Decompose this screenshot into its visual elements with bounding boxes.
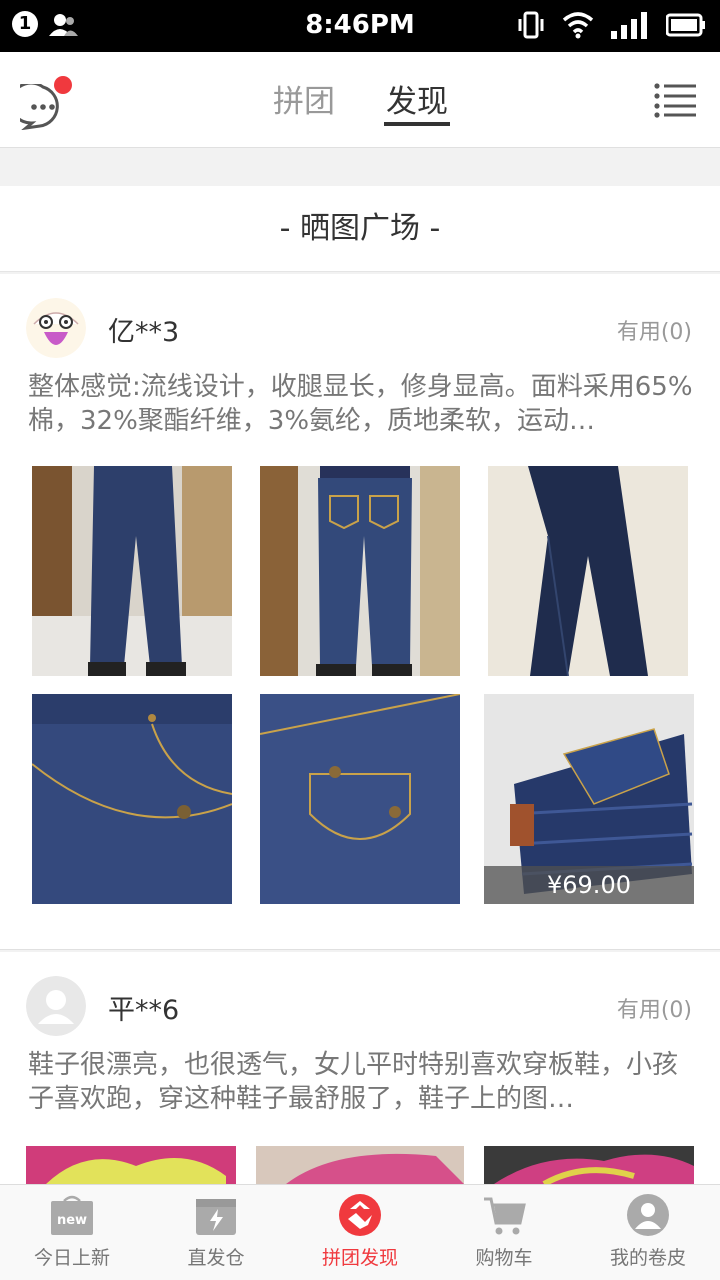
- divider-strip: [0, 148, 720, 186]
- tab-cart[interactable]: 购物车: [432, 1185, 576, 1280]
- review-card[interactable]: 平**6 有用(0) 鞋子很漂亮，也很透气，女儿平时特别喜欢穿板鞋，小孩子喜欢跑…: [0, 952, 720, 1184]
- useful-button[interactable]: 有用(0): [617, 992, 692, 1024]
- tab-label: 直发仓: [187, 1247, 245, 1269]
- jeans-waist-closeup-image: [32, 694, 232, 904]
- wifi-icon: [562, 12, 594, 39]
- avatar[interactable]: [26, 298, 86, 358]
- profile-icon: [627, 1194, 669, 1236]
- price-tag: ¥69.00: [484, 866, 694, 904]
- review-text: 鞋子很漂亮，也很透气，女儿平时特别喜欢穿板鞋，小孩子喜欢跑，穿这种鞋子最舒服了，…: [28, 1050, 679, 1114]
- top-nav: 拼团 发现: [0, 52, 720, 148]
- cart-icon: [484, 1197, 526, 1235]
- active-tab-underline: [384, 122, 450, 126]
- review-photo[interactable]: [26, 1146, 236, 1184]
- review-photo[interactable]: [260, 466, 460, 676]
- unread-dot: [54, 76, 72, 94]
- pink-shoe-image: [256, 1146, 464, 1184]
- group-discover-icon: [339, 1194, 381, 1236]
- review-photo[interactable]: [488, 466, 688, 676]
- tab-my-profile[interactable]: 我的卷皮: [576, 1185, 720, 1280]
- jeans-worn-back-image: [260, 466, 460, 676]
- review-text: 整体感觉:流线设计，收腿显长，修身显高。面料采用65%棉，32%聚酯纤维，3%氨…: [28, 372, 693, 436]
- username: 亿**3: [108, 317, 180, 348]
- new-bag-icon: new: [51, 1195, 93, 1235]
- pink-shoe-image: [484, 1146, 694, 1184]
- tab-pintuan[interactable]: 拼团: [273, 76, 335, 126]
- review-photo[interactable]: [32, 694, 232, 904]
- messages-button[interactable]: [20, 76, 72, 130]
- default-avatar-icon: [26, 976, 86, 1036]
- jeans-pocket-closeup-image: [260, 694, 460, 904]
- cartoon-avatar-icon: [26, 298, 86, 358]
- status-bar: 1 8:46PM: [0, 0, 720, 52]
- signal-icon: [611, 12, 647, 39]
- bottom-tab-bar: new 今日上新 直发仓 拼团发现 购物车 我的卷皮: [0, 1184, 720, 1280]
- tab-label: 我的卷皮: [609, 1247, 686, 1269]
- review-photo[interactable]: [256, 1146, 464, 1184]
- tab-label: 拼团: [273, 84, 335, 120]
- tab-today-new[interactable]: new 今日上新: [0, 1185, 144, 1280]
- tab-direct-warehouse[interactable]: 直发仓: [144, 1185, 288, 1280]
- review-card[interactable]: 亿**3 有用(0) 整体感觉:流线设计，收腿显长，修身显高。面料采用65%棉，…: [0, 274, 720, 950]
- battery-icon: [666, 13, 705, 37]
- product-photo[interactable]: ¥69.00: [484, 694, 694, 904]
- username: 平**6: [108, 995, 180, 1026]
- review-photo[interactable]: [484, 1146, 694, 1184]
- warehouse-icon: [196, 1199, 236, 1235]
- useful-button[interactable]: 有用(0): [617, 314, 692, 346]
- jeans-worn-front-image: [32, 466, 232, 676]
- jeans-flat-image: [488, 466, 688, 676]
- section-title: - 晒图广场 -: [0, 186, 720, 272]
- review-photo[interactable]: [32, 466, 232, 676]
- tab-group-discover[interactable]: 拼团发现: [288, 1185, 432, 1280]
- vibrate-icon: [518, 11, 544, 39]
- tab-label: 拼团发现: [321, 1247, 398, 1269]
- avatar[interactable]: [26, 976, 86, 1036]
- tab-label: 今日上新: [33, 1247, 110, 1269]
- list-menu-icon[interactable]: [654, 82, 698, 118]
- tab-label: 购物车: [475, 1247, 533, 1269]
- tab-label: 发现: [386, 84, 448, 120]
- pink-shoe-image: [26, 1146, 236, 1184]
- new-badge-text: new: [57, 1213, 87, 1228]
- review-photo[interactable]: [260, 694, 460, 904]
- tab-discover[interactable]: 发现: [384, 76, 450, 126]
